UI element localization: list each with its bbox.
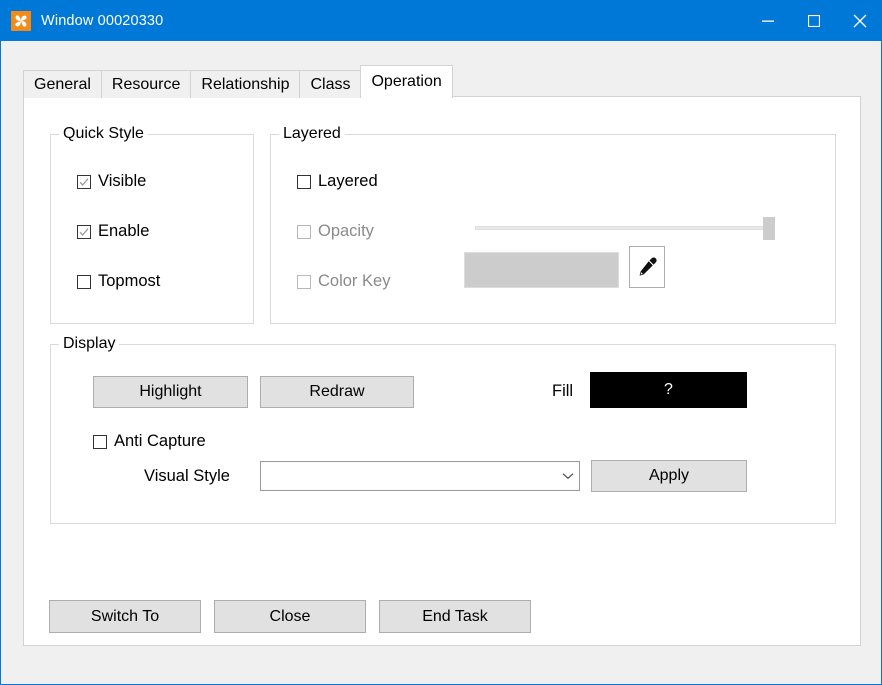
checkbox-topmost-label: Topmost <box>98 272 161 290</box>
window-00020330: Window 00020330 General Resource Relatio… <box>0 0 882 685</box>
apply-button[interactable]: Apply <box>591 460 747 492</box>
tab-operation[interactable]: Operation <box>360 65 453 98</box>
visual-style-combobox[interactable] <box>260 461 580 491</box>
fill-label: Fill <box>552 382 574 400</box>
checkbox-opacity-label: Opacity <box>318 222 374 240</box>
group-quick-style-title: Quick Style <box>59 125 148 143</box>
minimize-button[interactable] <box>745 1 791 41</box>
group-layered: Layered Layered Opacity Color Key <box>270 125 836 324</box>
fill-color-button[interactable]: ? <box>590 372 747 408</box>
title-bar[interactable]: Window 00020330 <box>1 1 881 41</box>
end-task-button[interactable]: End Task <box>379 600 531 633</box>
pinwheel-icon <box>11 11 31 31</box>
checkbox-layered[interactable]: Layered <box>297 172 378 191</box>
window-controls <box>745 1 881 41</box>
opacity-slider[interactable] <box>475 217 775 240</box>
tab-strip: General Resource Relationship Class Oper… <box>23 65 453 98</box>
checkbox-layered-box[interactable] <box>297 174 311 189</box>
checkbox-visible-box[interactable] <box>77 174 91 189</box>
group-quick-style: Quick Style Visible Enable Topmost <box>50 125 254 324</box>
close-icon <box>853 14 867 28</box>
highlight-button[interactable]: Highlight <box>93 376 248 408</box>
group-display-title: Display <box>59 335 120 353</box>
checkbox-color-key-box[interactable] <box>297 274 311 289</box>
checkbox-enable-box[interactable] <box>77 224 91 239</box>
color-key-swatch[interactable] <box>464 252 619 288</box>
redraw-button[interactable]: Redraw <box>260 376 414 408</box>
color-picker-button[interactable] <box>629 246 665 288</box>
minimize-icon <box>762 20 774 22</box>
close-button[interactable] <box>837 1 881 41</box>
checkbox-visible[interactable]: Visible <box>77 172 146 191</box>
checkbox-topmost[interactable]: Topmost <box>77 272 160 291</box>
group-layered-title: Layered <box>279 125 345 143</box>
tab-page-operation: Quick Style Visible Enable Topmost Layer… <box>23 96 861 646</box>
checkbox-visible-label: Visible <box>98 172 147 190</box>
group-display: Display Highlight Redraw Fill ? Anti Cap… <box>50 335 836 524</box>
visual-style-label: Visual Style <box>144 467 230 485</box>
checkmark-icon <box>79 227 89 236</box>
checkbox-opacity[interactable]: Opacity <box>297 222 374 241</box>
checkbox-opacity-box[interactable] <box>297 224 311 239</box>
maximize-button[interactable] <box>791 1 837 41</box>
checkbox-anti-capture-box[interactable] <box>93 434 107 449</box>
opacity-slider-track <box>475 226 775 230</box>
tab-relationship[interactable]: Relationship <box>190 70 301 98</box>
checkbox-enable[interactable]: Enable <box>77 222 149 241</box>
checkbox-anti-capture-label: Anti Capture <box>114 432 206 450</box>
checkbox-anti-capture[interactable]: Anti Capture <box>93 432 206 451</box>
checkbox-enable-label: Enable <box>98 222 150 240</box>
checkbox-color-key[interactable]: Color Key <box>297 272 390 291</box>
tab-general[interactable]: General <box>23 70 102 98</box>
tab-resource[interactable]: Resource <box>100 70 192 98</box>
checkbox-topmost-box[interactable] <box>77 274 91 289</box>
eyedropper-icon <box>639 257 657 276</box>
close-window-button[interactable]: Close <box>214 600 366 633</box>
chevron-down-icon[interactable] <box>557 472 579 480</box>
checkbox-color-key-label: Color Key <box>318 272 391 290</box>
opacity-slider-thumb[interactable] <box>763 217 775 240</box>
maximize-icon <box>808 15 820 27</box>
tab-class[interactable]: Class <box>299 70 362 98</box>
window-title: Window 00020330 <box>41 13 164 29</box>
checkbox-layered-label: Layered <box>318 172 378 190</box>
checkmark-icon <box>79 177 89 186</box>
switch-to-button[interactable]: Switch To <box>49 600 201 633</box>
